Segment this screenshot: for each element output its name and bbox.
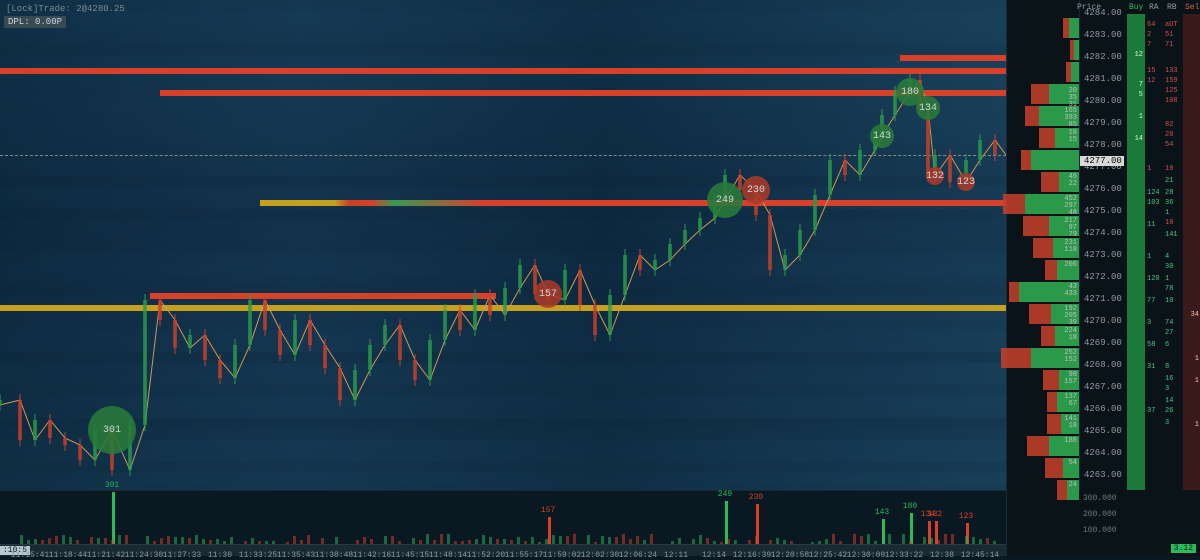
volume-bar [725, 501, 728, 544]
price-tick: 4278.00 [1084, 140, 1122, 150]
volume-profile: 2035311653938518154622452297482179779231… [1007, 8, 1079, 490]
volume-bar-label: 157 [541, 506, 555, 515]
price-candles [0, 0, 1006, 490]
time-label: 12:30:09 [847, 551, 885, 560]
price-tick: 4281.00 [1084, 74, 1122, 84]
time-label: 12:14 [702, 551, 726, 560]
time-label: 12:02:30 [581, 551, 619, 560]
dpl-label: DPL: 0.00P [4, 16, 66, 28]
price-tick: 4263.00 [1084, 470, 1122, 480]
price-tick: 4267.00 [1084, 382, 1122, 392]
volume-bar [882, 519, 885, 544]
time-label: 12:45:14 [961, 551, 999, 560]
right-panel[interactable]: 2035311653938518154622452297482179779231… [1006, 0, 1200, 556]
volume-bar-label: 123 [959, 512, 973, 521]
order-bubble[interactable]: 132 [926, 167, 944, 185]
order-bubble[interactable]: 134 [916, 96, 940, 120]
dom-header: RB [1167, 0, 1177, 14]
time-label: 11:42:16 [353, 551, 391, 560]
time-label: 11:15:41 [11, 551, 49, 560]
price-tick: 4270.00 [1084, 316, 1122, 326]
time-label: 12:06:24 [619, 551, 657, 560]
time-label: 12:25:42 [809, 551, 847, 560]
time-axis: :10:5 11:15:4111:18:4411:21:4211:24:3011… [0, 544, 1006, 556]
order-bubble[interactable]: 143 [870, 124, 894, 148]
price-tick: 4273.00 [1084, 250, 1122, 260]
price-tick: 4280.00 [1084, 96, 1122, 106]
time-label: 11:24:30 [125, 551, 163, 560]
price-tick: 4275.00 [1084, 206, 1122, 216]
time-label: 12:38 [930, 551, 954, 560]
time-label: 12:33:22 [885, 551, 923, 560]
dom-header: RA [1149, 0, 1159, 14]
time-label: 12:16:39 [733, 551, 771, 560]
time-label: 11:35:43 [277, 551, 315, 560]
price-tick: 4282.00 [1084, 52, 1122, 62]
volume-axis-tick: 100.000 [1083, 526, 1117, 535]
price-tick: 4271.00 [1084, 294, 1122, 304]
order-bubble[interactable]: 301 [88, 406, 136, 454]
time-label: 11:48:14 [429, 551, 467, 560]
volume-bar-label: 132 [928, 510, 942, 519]
time-label: 11:33:25 [239, 551, 277, 560]
order-bubble[interactable]: 157 [534, 280, 562, 308]
price-current: 4277.00 [1080, 156, 1124, 166]
dom-panel: PriceBuyRARBSell127511434111642715121124… [1127, 0, 1200, 490]
time-label: 11:59:02 [543, 551, 581, 560]
volume-bar-label: 143 [875, 508, 889, 517]
price-tick: 4276.00 [1084, 184, 1122, 194]
lock-trade-label: [Lock]Trade: 2@4280.25 [6, 4, 125, 14]
volume-axis: 300.000 200.000 100.000 [1079, 490, 1200, 544]
order-bubble[interactable]: 249 [707, 182, 743, 218]
volume-axis-tick: 200.000 [1083, 510, 1117, 519]
volume-bar-label: 180 [903, 502, 917, 511]
volume-bar [112, 492, 115, 544]
volume-bar [548, 517, 551, 544]
main-chart[interactable]: [Lock]Trade: 2@4280.25 DPL: 0.00P 301 157… [0, 0, 1006, 490]
price-tick: 4283.00 [1084, 30, 1122, 40]
price-tick: 4265.00 [1084, 426, 1122, 436]
price-tick: 4268.00 [1084, 360, 1122, 370]
price-tick: 4266.00 [1084, 404, 1122, 414]
price-tick: 4264.00 [1084, 448, 1122, 458]
price-tick: 4269.00 [1084, 338, 1122, 348]
time-label: 11:21:42 [87, 551, 125, 560]
price-axis: 4284.004283.004282.004281.004280.004279.… [1079, 0, 1127, 490]
volume-bar-label: 230 [749, 493, 763, 502]
dom-header: Buy [1129, 0, 1143, 14]
price-tick: 4279.00 [1084, 118, 1122, 128]
time-label: 11:18:44 [49, 551, 87, 560]
right-badge: 3.12 [1171, 544, 1196, 553]
time-label: 11:30 [208, 551, 232, 560]
volume-bar-label: 249 [718, 490, 732, 499]
time-label: 12:11 [664, 551, 688, 560]
time-label: 11:45:15 [391, 551, 429, 560]
price-tick: 4274.00 [1084, 228, 1122, 238]
time-label: 11:55:17 [505, 551, 543, 560]
order-bubble[interactable]: 123 [957, 173, 975, 191]
dom-header: Sell [1185, 0, 1200, 14]
time-label: 11:38:48 [315, 551, 353, 560]
dom-header: Price [1077, 0, 1101, 14]
order-bubble[interactable]: 230 [742, 176, 770, 204]
time-label: 12:20:58 [771, 551, 809, 560]
price-tick: 4272.00 [1084, 272, 1122, 282]
time-label: 11:27:33 [163, 551, 201, 560]
volume-bar [910, 513, 913, 544]
volume-panel[interactable]: 301157249230143180134132123 [0, 490, 1006, 544]
time-label: 11:52:20 [467, 551, 505, 560]
volume-axis-tick: 300.000 [1083, 494, 1117, 503]
